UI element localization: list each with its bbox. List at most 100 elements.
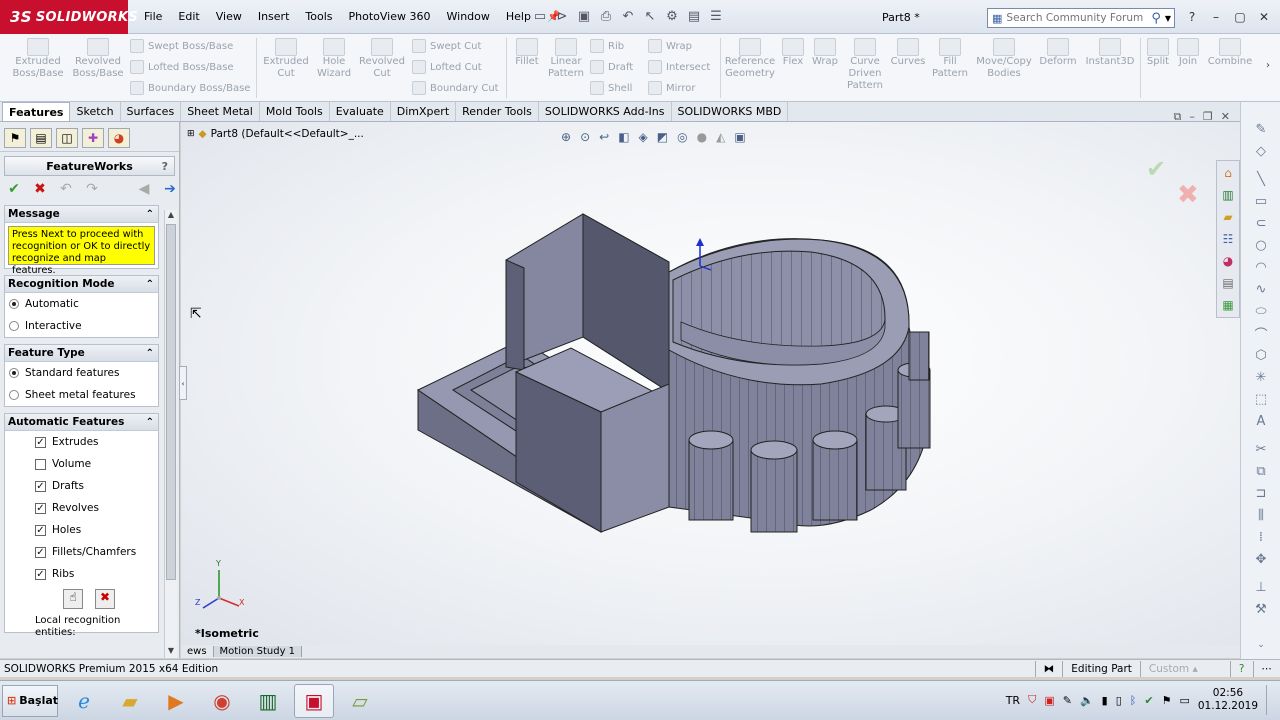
- file-properties-icon[interactable]: ▤: [686, 8, 702, 24]
- chrome-icon[interactable]: ◉: [202, 684, 242, 718]
- smart-dimension-icon[interactable]: ◇: [1251, 142, 1271, 160]
- menu-tools[interactable]: Tools: [297, 9, 340, 24]
- status-options-icon[interactable]: ⋯: [1252, 660, 1280, 677]
- search-icon[interactable]: ⚲: [1151, 11, 1161, 26]
- file-explorer-icon[interactable]: ▰: [1217, 207, 1239, 227]
- rib-button[interactable]: Rib: [590, 39, 624, 53]
- back-icon[interactable]: ◀: [136, 181, 152, 197]
- linear-sketch-pattern-icon[interactable]: ⁞: [1251, 528, 1271, 546]
- solidworks-taskbar-icon[interactable]: ▣: [294, 683, 334, 718]
- tab-addins[interactable]: SOLIDWORKS Add-Ins: [539, 102, 672, 121]
- tray-volume-icon[interactable]: 🔈: [1080, 694, 1094, 707]
- collapse-chevron-icon[interactable]: ⌃: [146, 209, 154, 220]
- solidworks-logo[interactable]: 3S SOLIDWORKS: [0, 0, 138, 34]
- text-icon[interactable]: A: [1251, 412, 1271, 430]
- flex-button[interactable]: Flex: [780, 34, 806, 68]
- trim-icon[interactable]: ✂: [1251, 440, 1271, 458]
- help-status-icon[interactable]: ?: [1229, 660, 1253, 677]
- instant3d-button[interactable]: Instant3D: [1084, 34, 1136, 68]
- property-manager-icon[interactable]: ▤: [30, 128, 52, 148]
- search-dropdown-icon[interactable]: ▼: [1165, 14, 1174, 23]
- offset-icon[interactable]: ⊐: [1251, 484, 1271, 502]
- extruded-boss-button[interactable]: Extruded Boss/Base: [10, 34, 66, 80]
- radio-off-icon[interactable]: [9, 321, 19, 331]
- checkbox-checked-icon[interactable]: ✓: [35, 480, 46, 492]
- file-explorer-taskbar-icon[interactable]: ▰: [110, 684, 150, 718]
- tab-surfaces[interactable]: Surfaces: [121, 102, 182, 121]
- clock[interactable]: 02:56 01.12.2019: [1198, 687, 1258, 713]
- display-manager-icon[interactable]: ◕: [108, 128, 130, 148]
- checkbox-checked-icon[interactable]: ✓: [35, 436, 46, 448]
- radio-standard-features[interactable]: Standard features: [5, 362, 158, 384]
- search-box[interactable]: ▦ ⚲ ▼: [987, 8, 1175, 28]
- boundary-boss-button[interactable]: Boundary Boss/Base: [130, 81, 250, 95]
- deform-button[interactable]: Deform: [1038, 34, 1078, 68]
- save-icon[interactable]: ▣: [576, 8, 592, 24]
- fillet-sketch-icon[interactable]: ⌒: [1251, 324, 1271, 343]
- polygon-icon[interactable]: ⬡: [1251, 346, 1271, 364]
- checkbox-extrudes[interactable]: ✓ Extrudes: [5, 431, 158, 453]
- checkbox-volume[interactable]: Volume: [5, 453, 158, 475]
- wrap-button[interactable]: Wrap: [648, 39, 692, 53]
- tab-sketch[interactable]: Sketch: [70, 102, 121, 121]
- checkbox-checked-icon[interactable]: ✓: [35, 524, 46, 536]
- menu-photoview[interactable]: PhotoView 360: [341, 9, 439, 24]
- convert-entities-icon[interactable]: ⧉: [1251, 462, 1271, 480]
- extruded-cut-button[interactable]: Extruded Cut: [262, 34, 310, 80]
- configuration-manager-icon[interactable]: ◫: [56, 128, 78, 148]
- tray-flag-icon[interactable]: ⚑: [1162, 694, 1172, 707]
- automatic-features-header[interactable]: Automatic Features ⌃: [5, 414, 158, 431]
- tab-sheet-metal[interactable]: Sheet Metal: [181, 102, 260, 121]
- wrap2-button[interactable]: Wrap: [810, 34, 840, 68]
- tab-dimxpert[interactable]: DimXpert: [391, 102, 457, 121]
- open-icon[interactable]: ⊳: [554, 8, 570, 24]
- minimize-icon[interactable]: –: [1204, 7, 1228, 27]
- checkbox-ribs[interactable]: ✓ Ribs: [5, 563, 158, 585]
- tray-app-icon[interactable]: ▣: [1044, 694, 1054, 707]
- menu-edit[interactable]: Edit: [170, 9, 207, 24]
- circle-icon[interactable]: ○: [1251, 236, 1271, 254]
- media-player-icon[interactable]: ▶: [156, 684, 196, 718]
- undo-icon[interactable]: ↶: [58, 181, 74, 197]
- graphics-area[interactable]: ⊞ ◆ Part8 (Default<<Default>_... ⊕ ⊙ ↩ ◧…: [179, 110, 1240, 646]
- view-palette-icon[interactable]: ☷: [1217, 229, 1239, 249]
- featureworks-help-icon[interactable]: ?: [162, 160, 168, 173]
- rebuild-icon[interactable]: ⚙: [664, 8, 680, 24]
- plane-icon[interactable]: ⬚: [1251, 390, 1271, 408]
- tab-mold-tools[interactable]: Mold Tools: [260, 102, 330, 121]
- arc-icon[interactable]: ◠: [1251, 258, 1271, 276]
- fillet-button[interactable]: Fillet: [510, 34, 544, 68]
- lofted-boss-button[interactable]: Lofted Boss/Base: [130, 60, 234, 74]
- search-scope-icon[interactable]: ▦: [992, 12, 1002, 25]
- recognition-mode-header[interactable]: Recognition Mode ⌃: [5, 276, 158, 293]
- panel-scrollbar[interactable]: ▲ ▼: [164, 210, 177, 658]
- ribbon-more-chevron-icon[interactable]: ›: [1266, 60, 1270, 71]
- restore-icon[interactable]: ▢: [1228, 7, 1252, 27]
- join-button[interactable]: Join: [1174, 34, 1202, 68]
- tray-battery-icon[interactable]: ▯: [1116, 694, 1122, 707]
- scroll-up-icon[interactable]: ▲: [165, 210, 177, 222]
- split-button[interactable]: Split: [1144, 34, 1172, 68]
- radio-sheet-metal-features[interactable]: Sheet metal features: [5, 384, 158, 406]
- show-desktop-button[interactable]: [1266, 685, 1274, 715]
- line-icon[interactable]: ╲: [1251, 170, 1271, 188]
- radio-on-icon[interactable]: [9, 368, 19, 378]
- select-icon[interactable]: ↖: [642, 8, 658, 24]
- tray-shield-icon[interactable]: ⛉: [1028, 693, 1036, 707]
- tray-check-icon[interactable]: ✔: [1144, 694, 1153, 707]
- draft-button[interactable]: Draft: [590, 60, 633, 74]
- next-icon[interactable]: ➔: [162, 181, 178, 197]
- language-indicator[interactable]: TR: [1006, 694, 1020, 707]
- combine-button[interactable]: Combine: [1204, 34, 1256, 68]
- stats-app-icon[interactable]: ▥: [248, 684, 288, 718]
- checkbox-fillets-chamfers[interactable]: ✓ Fillets/Chamfers: [5, 541, 158, 563]
- rectangle-icon[interactable]: ▭: [1251, 192, 1271, 210]
- fill-pattern-button[interactable]: Fill Pattern: [930, 34, 970, 80]
- tab-model-views[interactable]: ews: [181, 646, 214, 657]
- menu-window[interactable]: Window: [439, 9, 498, 24]
- appearances-icon[interactable]: ◕: [1217, 251, 1239, 271]
- part-model-render[interactable]: [181, 122, 1240, 646]
- curves-button[interactable]: Curves: [890, 34, 926, 68]
- swept-boss-button[interactable]: Swept Boss/Base: [130, 39, 233, 53]
- internet-explorer-icon[interactable]: ℯ: [64, 684, 104, 718]
